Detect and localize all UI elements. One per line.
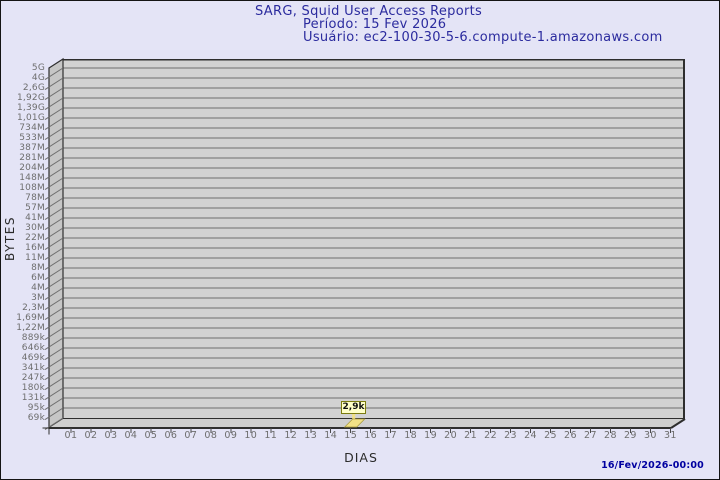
y-tick-label: 204M: [1, 163, 45, 173]
x-tick-label: 28: [599, 431, 621, 441]
y-tick-label: 247k: [1, 373, 45, 383]
x-tick-label: 04: [120, 431, 142, 441]
x-tick-label: 19: [420, 431, 442, 441]
x-tick-label: 30: [639, 431, 661, 441]
x-tick-label: 08: [200, 431, 222, 441]
x-tick-label: 27: [579, 431, 601, 441]
generated-timestamp: 16/Fev/2026-00:00: [601, 460, 704, 471]
x-tick-label: 21: [460, 431, 482, 441]
y-tick-label: 180k: [1, 383, 45, 393]
y-tick-label: 78M: [1, 193, 45, 203]
y-tick-label: 889k: [1, 333, 45, 343]
y-tick-label: 533M: [1, 133, 45, 143]
x-tick-label: 11: [260, 431, 282, 441]
x-tick-label: 23: [500, 431, 522, 441]
x-tick-label: 02: [80, 431, 102, 441]
y-tick-label: 646k: [1, 343, 45, 353]
y-tick-label: 734M: [1, 123, 45, 133]
x-tick-label: 29: [619, 431, 641, 441]
y-tick-label: 2,3M: [1, 303, 45, 313]
y-tick-label: 387M: [1, 143, 45, 153]
y-tick-label: 131k: [1, 393, 45, 403]
x-tick-label: 07: [180, 431, 202, 441]
y-tick-label: 1,69M: [1, 313, 45, 323]
y-tick-label: 1,22M: [1, 323, 45, 333]
x-tick-label: 17: [380, 431, 402, 441]
data-point-value-label: 2,9k: [341, 401, 366, 414]
x-tick-label: 14: [320, 431, 342, 441]
y-axis-title: BYTES: [3, 210, 21, 268]
y-tick-label: 4G: [1, 73, 45, 83]
plot-floor: [49, 419, 685, 428]
x-tick-label: 22: [480, 431, 502, 441]
x-tick-label: 13: [300, 431, 322, 441]
report-page: SARG, Squid User Access Reports Período:…: [0, 0, 720, 480]
x-tick-label: 06: [160, 431, 182, 441]
y-tick-label: 469k: [1, 353, 45, 363]
x-tick-label: 03: [100, 431, 122, 441]
x-tick-label: 25: [540, 431, 562, 441]
x-tick-label: 12: [280, 431, 302, 441]
y-tick-label: 3M: [1, 293, 45, 303]
y-tick-label: 1,92G: [1, 93, 45, 103]
x-tick-label: 05: [140, 431, 162, 441]
x-tick-label: 15: [340, 431, 362, 441]
x-tick-label: 16: [360, 431, 382, 441]
x-axis-title: DIAS: [339, 450, 383, 465]
plot-back-wall: [63, 59, 685, 419]
y-tick-label: 1,39G: [1, 103, 45, 113]
x-tick-label: 26: [560, 431, 582, 441]
x-tick-label: 18: [400, 431, 422, 441]
y-tick-label: 148M: [1, 173, 45, 183]
y-tick-label: 4M: [1, 283, 45, 293]
x-tick-label: 01: [60, 431, 82, 441]
x-tick-label: 31: [659, 431, 681, 441]
y-tick-label: 6M: [1, 273, 45, 283]
y-tick-label: 69k: [1, 413, 45, 423]
x-tick-label: 24: [520, 431, 542, 441]
y-tick-label: 95k: [1, 403, 45, 413]
y-tick-label: 2,6G: [1, 83, 45, 93]
x-tick-label: 20: [440, 431, 462, 441]
y-tick-label: 1,01G: [1, 113, 45, 123]
x-tick-label: 10: [240, 431, 262, 441]
y-tick-label: 281M: [1, 153, 45, 163]
x-tick-label: 09: [220, 431, 242, 441]
y-tick-label: 341k: [1, 363, 45, 373]
y-tick-label: 108M: [1, 183, 45, 193]
y-tick-label: 5G: [1, 63, 45, 73]
